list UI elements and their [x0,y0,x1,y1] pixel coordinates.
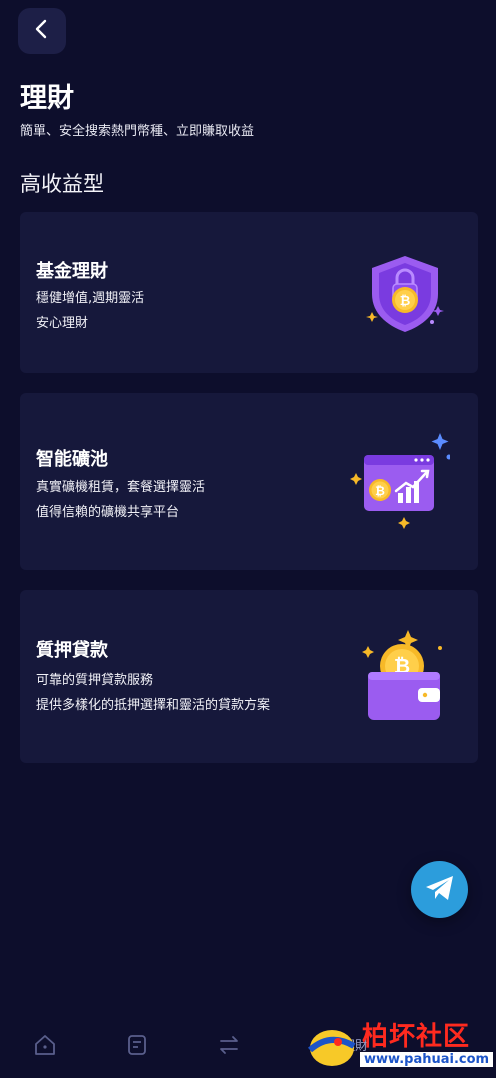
page-subtitle: 簡單、安全搜索熱門幣種、立即賺取收益 [20,124,255,139]
fund-finance-card[interactable]: 基金理財 穩健增值,週期靈活 安心理財 ₿ [20,212,478,373]
smart-mining-pool-card[interactable]: 智能礦池 真實礦機租賃，套餐選擇靈活 值得信賴的礦機共享平台 ₿ [20,393,478,570]
card-description: 可靠的質押貸款服務 提供多樣化的抵押選擇和靈活的貸款方案 [36,673,271,713]
market-icon [125,1033,149,1061]
tab-home[interactable] [30,1034,60,1060]
chevron-left-icon [31,18,53,44]
trade-icon [217,1033,241,1061]
card-title: 智能礦池 [36,449,108,470]
card-description: 穩健增值,週期靈活 安心理財 [36,291,145,331]
pledge-loan-card[interactable]: 質押貸款 可靠的質押貸款服務 提供多樣化的抵押選擇和靈活的貸款方案 ₿ [20,590,478,763]
bitcoin-wallet-icon: ₿ [358,628,448,728]
watermark-url: www.pahuai.com [360,1052,494,1067]
card-description: 真實礦機租賃，套餐選擇靈活 值得信賴的礦機共享平台 [36,480,206,520]
mining-chart-icon: ₿ [350,433,452,537]
back-button[interactable] [18,8,66,54]
svg-text:₿: ₿ [375,484,385,498]
telegram-button[interactable] [411,861,468,918]
home-icon [33,1033,57,1061]
tab-market[interactable] [122,1034,152,1060]
card-title: 基金理財 [36,261,108,282]
telegram-icon [424,874,456,906]
section-title: 高收益型 [20,172,104,196]
card-title: 質押貸款 [36,640,108,661]
bitcoin-shield-icon: ₿ [360,250,450,344]
page-title: 理財 [20,83,74,114]
svg-text:₿: ₿ [400,294,411,309]
tab-trade[interactable] [214,1034,244,1060]
watermark-text: 柏坏社区 [362,1022,471,1052]
